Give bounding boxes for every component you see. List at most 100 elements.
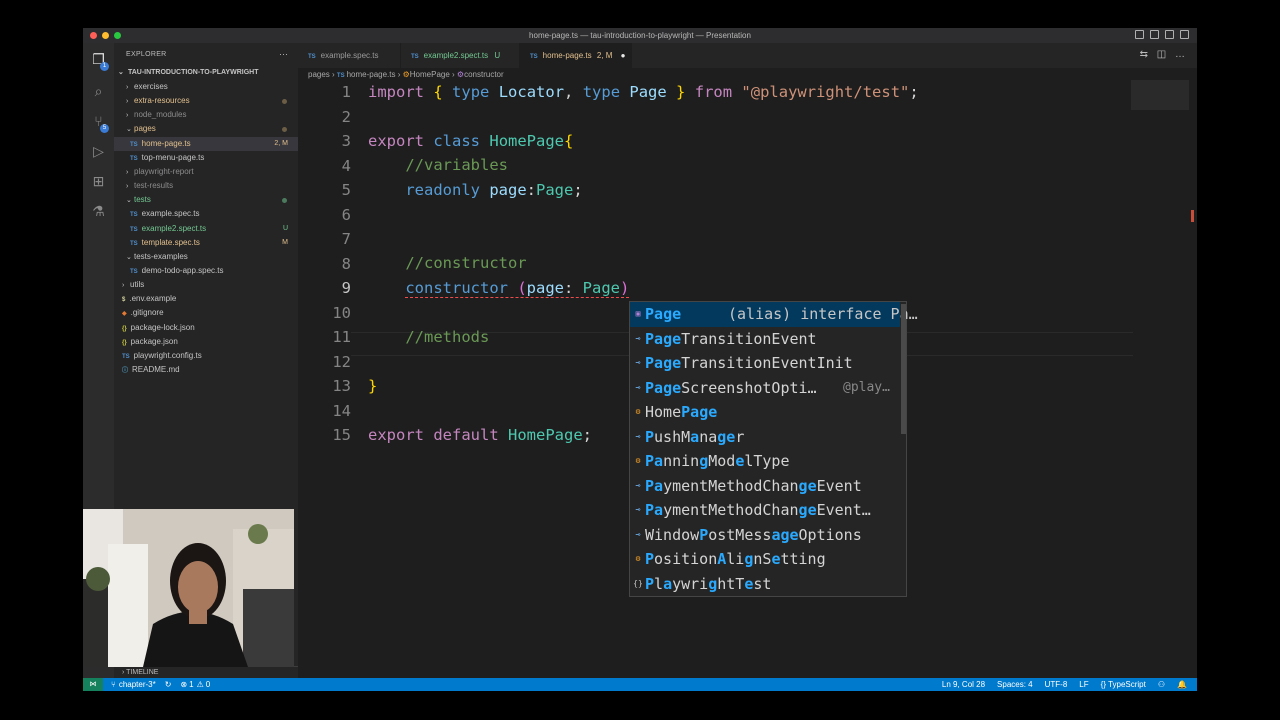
tree-item-utils[interactable]: › utils — [114, 278, 298, 292]
warning-icon[interactable]: ⚠ — [197, 678, 204, 691]
minimap[interactable] — [1131, 80, 1189, 110]
branch-name[interactable]: chapter-3* — [119, 678, 156, 691]
toggle-sidebar-icon[interactable] — [1135, 30, 1144, 39]
error-count[interactable]: 1 — [189, 678, 193, 691]
suggestion-scrollbar[interactable] — [901, 304, 906, 434]
close-window-button[interactable] — [90, 32, 97, 39]
maximize-window-button[interactable] — [114, 32, 121, 39]
breadcrumb-item[interactable]: home-page.ts — [347, 70, 396, 79]
suggestion-item[interactable]: ⊸ WindowPostMessageOptions — [630, 523, 900, 548]
suggestion-item[interactable]: ⊸ PaymentMethodChangeEvent — [630, 474, 900, 499]
tree-item-exercises[interactable]: › exercises — [114, 80, 298, 94]
language-mode[interactable]: {} TypeScript — [1101, 678, 1146, 691]
breadcrumb-item[interactable]: pages — [308, 70, 330, 79]
tree-item-top-menu-page-ts[interactable]: TS top-menu-page.ts — [114, 151, 298, 165]
tree-item-label: pages — [134, 124, 156, 134]
suggestion-item[interactable]: ⊸ PageScreenshotOpti… @play… — [630, 376, 900, 401]
suggestion-label: HomePage — [645, 403, 718, 421]
suggestion-detail: @play… — [843, 379, 890, 395]
tree-item-example2-spect-ts[interactable]: TS example2.spect.ts U — [114, 222, 298, 236]
code-line-4: //variables — [405, 156, 508, 174]
search-icon[interactable]: ⌕ — [90, 83, 107, 100]
remote-icon[interactable]: ⋈ — [83, 678, 103, 691]
cursor-position[interactable]: Ln 9, Col 28 — [942, 678, 985, 691]
tree-item-readme-md[interactable]: ⓘ README.md — [114, 363, 298, 377]
suggestion-item[interactable]: ⊸ PageTransitionEvent — [630, 327, 900, 352]
breadcrumb-item[interactable]: constructor — [464, 70, 504, 79]
explorer-root-folder[interactable]: ⌄ TAU-INTRODUCTION-TO-PLAYWRIGHT — [114, 66, 298, 80]
suggestion-item[interactable]: ⊸ PushManager — [630, 425, 900, 450]
tree-item-extra-resources[interactable]: › extra-resources — [114, 94, 298, 108]
suggestion-item[interactable]: ⚙ PanningModelType — [630, 449, 900, 474]
suggestion-item[interactable]: ⊸ PaymentMethodChangeEvent… — [630, 498, 900, 523]
class-symbol-icon: ⚙ — [635, 456, 641, 465]
root-folder-label: TAU-INTRODUCTION-TO-PLAYWRIGHT — [127, 69, 259, 76]
suggestion-item[interactable]: {} PlaywrightTest — [630, 572, 900, 597]
tree-item-playwright-config-ts[interactable]: TS playwright.config.ts — [114, 349, 298, 363]
end-of-line[interactable]: LF — [1079, 678, 1088, 691]
tab-label: home-page.ts — [542, 51, 592, 60]
tree-item-home-page-ts[interactable]: TS home-page.ts 2, M — [114, 136, 298, 151]
interface-symbol-icon: ⊸ — [635, 480, 641, 490]
customize-layout-icon[interactable] — [1180, 30, 1189, 39]
tree-item-demo-todo-app-spec-ts[interactable]: TS demo-todo-app.spec.ts — [114, 264, 298, 278]
chevron-down-icon: ⌄ — [126, 197, 132, 205]
webcam-overlay — [83, 509, 294, 667]
sync-icon[interactable]: ↻ — [165, 678, 172, 691]
toggle-panel-icon[interactable] — [1150, 30, 1159, 39]
tree-item-template-spec-ts[interactable]: TS template.spec.ts M — [114, 236, 298, 250]
error-marker — [1191, 210, 1194, 222]
chevron-right-icon: › — [126, 183, 129, 191]
tab-label: example2.spect.ts — [423, 51, 489, 60]
minimize-window-button[interactable] — [102, 32, 109, 39]
unsaved-dot-icon[interactable]: ● — [621, 51, 626, 60]
tab-home-page[interactable]: TS home-page.ts 2, M ● — [520, 43, 632, 68]
editor-scrollbar[interactable] — [1189, 80, 1197, 678]
indentation[interactable]: Spaces: 4 — [997, 678, 1033, 691]
feedback-icon[interactable]: ⚇ — [1158, 678, 1165, 691]
tree-item-package-json[interactable]: {} package.json — [114, 335, 298, 349]
split-editor-icon[interactable]: ◫ — [1157, 49, 1166, 60]
suggestion-item[interactable]: ▣ Page (alias) interface Pa… — [630, 302, 918, 327]
warning-count[interactable]: 0 — [206, 678, 210, 691]
git-status-badge: 2, M — [274, 139, 288, 147]
run-debug-icon[interactable]: ▷ — [90, 143, 107, 160]
suggestion-item[interactable]: ⚙ PositionAlignSetting — [630, 547, 900, 572]
compare-changes-icon[interactable]: ⇆ — [1140, 49, 1148, 60]
encoding[interactable]: UTF-8 — [1045, 678, 1068, 691]
tree-item-package-lock-json[interactable]: {} package-lock.json — [114, 321, 298, 335]
more-actions-icon[interactable]: … — [1175, 49, 1185, 60]
tree-item-node-modules[interactable]: › node_modules — [114, 108, 298, 122]
tab-example2-spect[interactable]: TS example2.spect.ts U — [401, 43, 520, 68]
editor-tabs: TS example.spec.ts TS example2.spect.ts U … — [298, 43, 1197, 68]
ts-file-icon: TS — [130, 226, 138, 233]
modified-dot-icon — [282, 99, 287, 105]
tree-item-pages[interactable]: ⌄ pages — [114, 122, 298, 136]
tree-item-tests-examples[interactable]: ⌄ tests-examples — [114, 250, 298, 264]
explorer-more-icon[interactable]: ··· — [279, 49, 288, 59]
tree-item-tests[interactable]: ⌄ tests — [114, 193, 298, 207]
tree-item-env-example[interactable]: $ .env.example — [114, 292, 298, 306]
suggestion-item[interactable]: ⚙ HomePage — [630, 400, 900, 425]
json-file-icon: {} — [122, 325, 127, 332]
suggestion-item[interactable]: ⊸ PageTransitionEventInit — [630, 351, 900, 376]
tree-item-playwright-report[interactable]: › playwright-report — [114, 165, 298, 179]
error-icon[interactable]: ⊗ — [180, 678, 187, 691]
presenter-video-image — [83, 509, 294, 667]
line-number: 2 — [341, 107, 351, 126]
tree-item-test-results[interactable]: › test-results — [114, 179, 298, 193]
testing-icon[interactable]: ⚗ — [90, 203, 107, 220]
typescript-file-icon: TS — [530, 54, 538, 60]
line-number: 10 — [332, 303, 351, 322]
tree-item-gitignore[interactable]: ◆ .gitignore — [114, 306, 298, 320]
toggle-secondary-sidebar-icon[interactable] — [1165, 30, 1174, 39]
code-line-1: import { type Locator, type Page } from … — [368, 83, 919, 101]
timeline-section[interactable]: › TIMELINE — [114, 666, 298, 678]
breadcrumb-item[interactable]: HomePage — [410, 70, 450, 79]
tab-example-spec[interactable]: TS example.spec.ts — [298, 43, 401, 68]
ts-file-icon: TS — [130, 141, 138, 148]
notifications-icon[interactable]: 🔔 — [1177, 678, 1187, 691]
tree-item-example-spec-ts[interactable]: TS example.spec.ts — [114, 207, 298, 221]
suggestion-label: PositionAlignSetting — [645, 550, 826, 568]
extensions-icon[interactable]: ⊞ — [90, 173, 107, 190]
